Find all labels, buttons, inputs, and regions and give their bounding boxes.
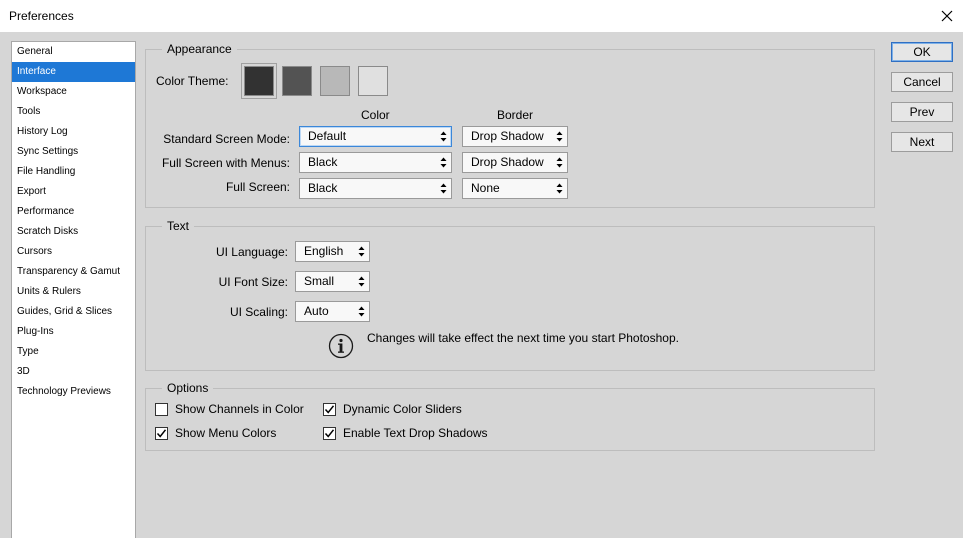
select-arrows-icon: [556, 131, 563, 142]
full-screen-color-value: Black: [308, 181, 338, 195]
select-arrows-icon: [556, 157, 563, 168]
checkmark-icon: [156, 429, 167, 438]
sidebar-item-scratch-disks[interactable]: Scratch Disks: [12, 222, 135, 242]
theme-swatch-lightest[interactable]: [358, 66, 388, 96]
ui-scaling-label: UI Scaling:: [229, 305, 288, 319]
appearance-legend: Appearance: [162, 41, 237, 57]
show-menu-colors-checkbox[interactable]: [155, 427, 168, 440]
select-arrows-icon: [358, 306, 365, 317]
sidebar-item-history-log[interactable]: History Log: [12, 122, 135, 142]
full-screen-border-value: None: [471, 181, 500, 195]
close-icon: [941, 10, 953, 22]
sidebar-item-workspace[interactable]: Workspace: [12, 82, 135, 102]
text-legend: Text: [162, 218, 195, 234]
select-arrows-icon: [556, 183, 563, 194]
standard-screen-color-value: Default: [308, 129, 347, 143]
dynamic-sliders-label[interactable]: Dynamic Color Sliders: [343, 402, 462, 416]
ok-button[interactable]: OK: [891, 42, 953, 62]
info-icon: [328, 333, 354, 359]
full-screen-border-select[interactable]: None: [462, 178, 568, 199]
title-bar: Preferences: [0, 0, 963, 32]
ui-font-size-label: UI Font Size:: [218, 275, 288, 289]
show-channels-label[interactable]: Show Channels in Color: [175, 402, 304, 416]
select-arrows-icon: [358, 276, 365, 287]
checkmark-icon: [324, 405, 335, 414]
sidebar-item-export[interactable]: Export: [12, 182, 135, 202]
window-title: Preferences: [9, 9, 74, 23]
show-channels-checkbox[interactable]: [155, 403, 168, 416]
select-arrows-icon: [440, 131, 447, 142]
options-legend: Options: [162, 380, 214, 396]
ui-font-size-select[interactable]: Small: [295, 271, 370, 292]
ui-language-select[interactable]: English: [295, 241, 370, 262]
ui-language-value: English: [304, 244, 344, 258]
sidebar-item-guides-grid-slices[interactable]: Guides, Grid & Slices: [12, 302, 135, 322]
full-screen-menus-border-value: Drop Shadow: [471, 155, 544, 169]
sidebar-item-sync-settings[interactable]: Sync Settings: [12, 142, 135, 162]
prev-button[interactable]: Prev: [891, 102, 953, 122]
theme-swatch-light[interactable]: [320, 66, 350, 96]
sidebar-item-interface[interactable]: Interface: [12, 62, 135, 82]
sidebar-item-tools[interactable]: Tools: [12, 102, 135, 122]
show-menu-colors-label[interactable]: Show Menu Colors: [175, 426, 276, 440]
text-shadows-label[interactable]: Enable Text Drop Shadows: [343, 426, 488, 440]
sidebar-item-units-rulers[interactable]: Units & Rulers: [12, 282, 135, 302]
ui-language-label: UI Language:: [215, 245, 288, 259]
full-screen-label: Full Screen:: [225, 180, 290, 194]
full-screen-menus-color-value: Black: [308, 155, 338, 169]
border-column-header: Border: [497, 108, 534, 122]
select-arrows-icon: [440, 183, 447, 194]
standard-screen-mode-label: Standard Screen Mode:: [163, 132, 290, 146]
select-arrows-icon: [358, 246, 365, 257]
sidebar-item-technology-previews[interactable]: Technology Previews: [12, 382, 135, 402]
color-column-header: Color: [361, 108, 390, 122]
ui-scaling-value: Auto: [304, 304, 329, 318]
full-screen-menus-border-select[interactable]: Drop Shadow: [462, 152, 568, 173]
sidebar-item-transparency-gamut[interactable]: Transparency & Gamut: [12, 262, 135, 282]
preferences-sidebar: General Interface Workspace Tools Histor…: [11, 41, 136, 538]
options-group: Options: [145, 380, 875, 451]
ui-scaling-select[interactable]: Auto: [295, 301, 370, 322]
text-shadows-checkbox[interactable]: [323, 427, 336, 440]
select-arrows-icon: [440, 157, 447, 168]
sidebar-item-type[interactable]: Type: [12, 342, 135, 362]
theme-swatch-darkest[interactable]: [244, 66, 274, 96]
sidebar-item-3d[interactable]: 3D: [12, 362, 135, 382]
standard-screen-border-select[interactable]: Drop Shadow: [462, 126, 568, 147]
cancel-button[interactable]: Cancel: [891, 72, 953, 92]
sidebar-item-performance[interactable]: Performance: [12, 202, 135, 222]
color-theme-label: Color Theme:: [156, 74, 229, 88]
standard-screen-border-value: Drop Shadow: [471, 129, 544, 143]
restart-note: Changes will take effect the next time y…: [367, 331, 679, 345]
dynamic-sliders-checkbox[interactable]: [323, 403, 336, 416]
sidebar-item-general[interactable]: General: [12, 42, 135, 62]
theme-swatch-dark[interactable]: [282, 66, 312, 96]
dialog-body: General Interface Workspace Tools Histor…: [0, 32, 963, 538]
full-screen-color-select[interactable]: Black: [299, 178, 452, 199]
standard-screen-color-select[interactable]: Default: [299, 126, 452, 147]
sidebar-item-file-handling[interactable]: File Handling: [12, 162, 135, 182]
ui-font-size-value: Small: [304, 274, 335, 288]
close-button[interactable]: [931, 0, 963, 32]
full-screen-menus-color-select[interactable]: Black: [299, 152, 452, 173]
full-screen-menus-label: Full Screen with Menus:: [161, 156, 290, 170]
sidebar-item-plug-ins[interactable]: Plug-Ins: [12, 322, 135, 342]
sidebar-item-cursors[interactable]: Cursors: [12, 242, 135, 262]
checkmark-icon: [324, 429, 335, 438]
next-button[interactable]: Next: [891, 132, 953, 152]
